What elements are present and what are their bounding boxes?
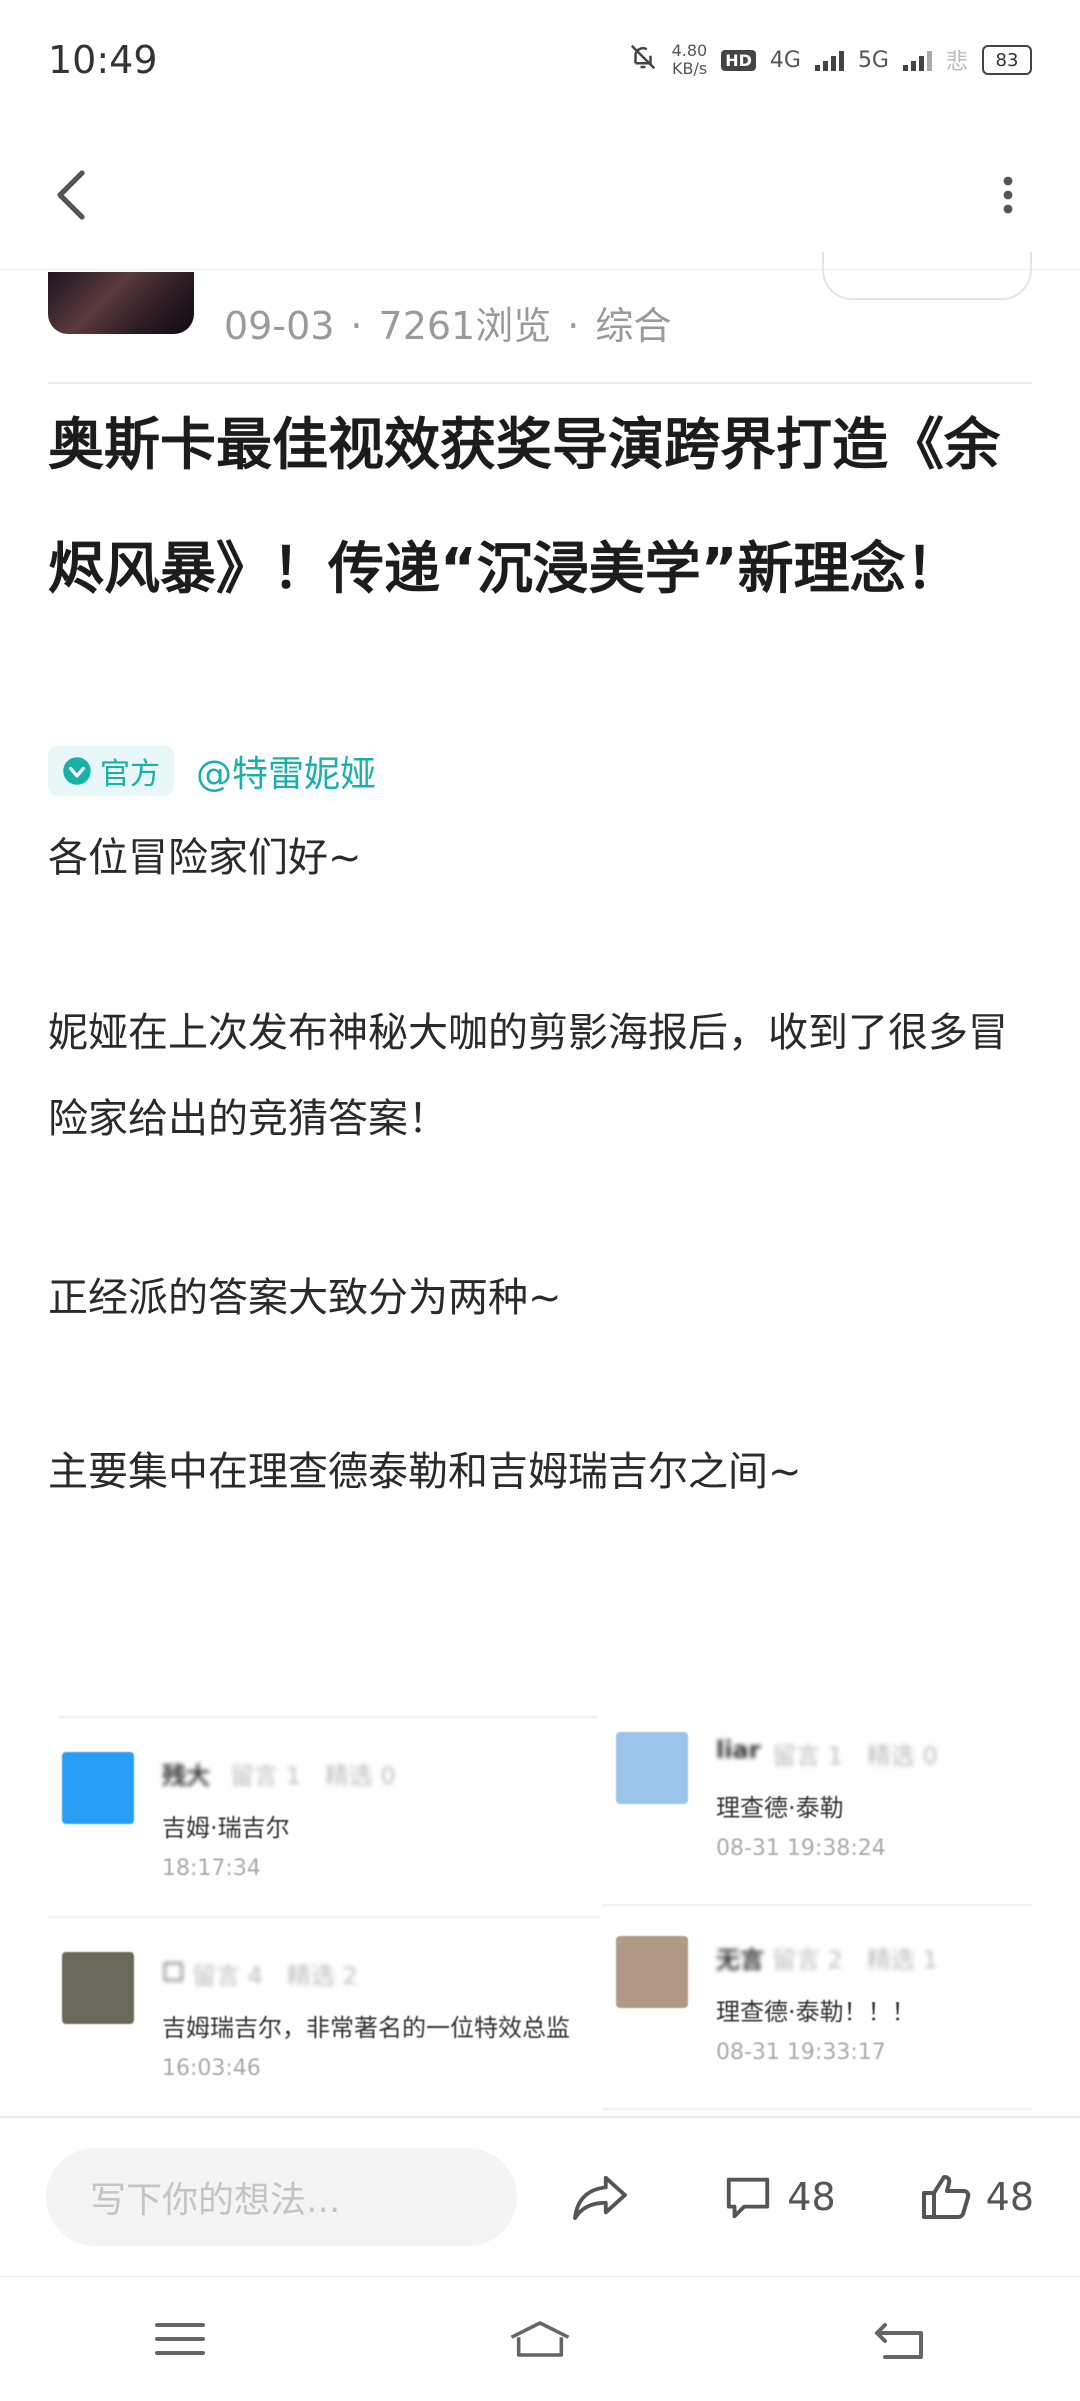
article-title: 奥斯卡最佳视效获奖导演跨界打造《余烬风暴》！传递“沉浸美学”新理念！ — [48, 413, 1000, 602]
net-speed-unit: KB/s — [672, 59, 708, 78]
comment-stats: 留言 4 精选 2 — [192, 1962, 358, 1990]
status-bar: 10:49 4.80 KB/s HD 4G 5G 悲 83 — [0, 0, 1080, 120]
thumbs-up-icon — [921, 2175, 970, 2219]
share-icon — [573, 2175, 628, 2221]
battery-icon: 83 — [982, 45, 1032, 75]
mute-bell-icon — [628, 42, 658, 78]
comment-time: 18:17:34 — [162, 1856, 261, 1881]
comment-author: 无言 — [716, 1946, 764, 1974]
comment-time: 16:03:46 — [162, 2056, 261, 2081]
status-icons: 4.80 KB/s HD 4G 5G 悲 83 — [628, 42, 1032, 78]
chevron-left-icon — [57, 169, 85, 220]
more-vertical-icon — [1003, 176, 1013, 213]
official-badge: 官方 — [48, 746, 174, 796]
menu-button[interactable] — [148, 2307, 212, 2371]
system-nav-bar — [0, 2276, 1080, 2401]
bottom-action-bar: 写下你的想法... 48 48 — [0, 2116, 1080, 2276]
comment-time: 08-31 19:38:24 — [716, 1836, 886, 1861]
comment-button[interactable]: 48 — [723, 2173, 836, 2221]
post-meta: 09-03 · 7261浏览 · 综合 — [224, 295, 671, 350]
article-paragraph: 各位冒险家们好~ — [48, 835, 362, 881]
home-icon — [510, 2321, 570, 2357]
back-arrow-icon — [875, 2323, 923, 2359]
post-category[interactable]: 综合 — [595, 304, 671, 348]
author-tag-row: 官方 @特雷妮娅 — [48, 744, 376, 798]
meta-separator: · — [567, 303, 580, 348]
embedded-comment: □ 留言 4 精选 2 吉姆瑞吉尔，非常著名的一位特效总监 16:03:46 — [48, 1912, 600, 2112]
comment-stats: 留言 1 精选 0 — [230, 1762, 396, 1790]
network-label-2: 5G — [857, 47, 889, 73]
hd-badge: HD — [721, 49, 756, 71]
post-date: 09-03 — [224, 303, 335, 348]
author-avatar[interactable] — [48, 272, 194, 334]
comment-content: 吉姆瑞吉尔，非常著名的一位特效总监 — [162, 2014, 570, 2042]
comment-avatar — [616, 1732, 688, 1804]
comment-author: □ — [162, 1956, 185, 1984]
comment-avatar — [62, 1952, 134, 2024]
comment-author: liar — [716, 1736, 761, 1764]
comment-content: 理查德·泰勒 — [716, 1794, 844, 1822]
comment-content: 吉姆·瑞吉尔 — [162, 1814, 290, 1842]
status-time: 10:49 — [48, 38, 158, 82]
signal-icon — [814, 49, 844, 71]
home-button[interactable] — [508, 2307, 572, 2371]
comment-bubble-icon — [727, 2177, 770, 2219]
more-options-button[interactable] — [976, 163, 1040, 227]
article-paragraph: 妮娅在上次发布神秘大咖的剪影海报后，收到了很多冒险家给出的竞猜答案！ — [48, 1010, 1008, 1142]
comment-stats: 留言 1 精选 0 — [772, 1742, 938, 1770]
menu-icon — [155, 2323, 205, 2355]
signal-icon — [902, 49, 932, 71]
like-count: 48 — [985, 2175, 1034, 2219]
comment-count: 48 — [787, 2175, 836, 2219]
top-nav-bar — [0, 120, 1080, 270]
official-heart-icon — [63, 757, 91, 785]
embedded-comment: 残大 留言 1 精选 0 吉姆·瑞吉尔 18:17:34 — [48, 1712, 598, 1912]
post-views: 7261浏览 — [378, 303, 552, 348]
author-mention-link[interactable]: @特雷妮娅 — [196, 745, 376, 797]
comment-author: 残大 — [162, 1762, 210, 1790]
embedded-comment: liar 留言 1 精选 0 理查德·泰勒 08-31 19:38:24 — [602, 1692, 1032, 1892]
divider — [602, 2108, 1032, 2110]
system-back-button[interactable] — [868, 2307, 932, 2371]
post-meta-row: 09-03 · 7261浏览 · 综合 — [48, 252, 1032, 384]
comment-content: 理查德·泰勒！！！ — [716, 1998, 916, 2026]
embedded-comment: 无言 留言 2 精选 1 理查德·泰勒！！！ 08-31 19:33:17 — [602, 1896, 1032, 2096]
comment-avatar — [616, 1936, 688, 2008]
article-paragraph: 主要集中在理查德泰勒和吉姆瑞吉尔之间~ — [48, 1449, 802, 1495]
back-button[interactable] — [40, 163, 104, 227]
comment-input[interactable]: 写下你的想法... — [46, 2148, 518, 2246]
like-button[interactable]: 48 — [920, 2172, 1034, 2222]
official-badge-label: 官方 — [100, 757, 160, 792]
comment-time: 08-31 19:33:17 — [716, 2040, 886, 2065]
meta-separator: · — [350, 303, 363, 348]
net-speed-value: 4.80 — [671, 41, 708, 60]
follow-button[interactable] — [822, 252, 1032, 300]
carrier-hint: 悲 — [945, 50, 968, 75]
comment-avatar — [62, 1752, 134, 1824]
share-button[interactable] — [571, 2172, 629, 2222]
net-speed: 4.80 KB/s — [672, 42, 708, 78]
embedded-comments-image[interactable]: 残大 留言 1 精选 0 吉姆·瑞吉尔 18:17:34 □ 留言 4 精选 2… — [48, 1712, 1032, 2112]
comment-stats: 留言 2 精选 1 — [772, 1946, 938, 1974]
network-label-1: 4G — [769, 47, 801, 73]
article-paragraph: 正经派的答案大致分为两种~ — [48, 1275, 562, 1321]
